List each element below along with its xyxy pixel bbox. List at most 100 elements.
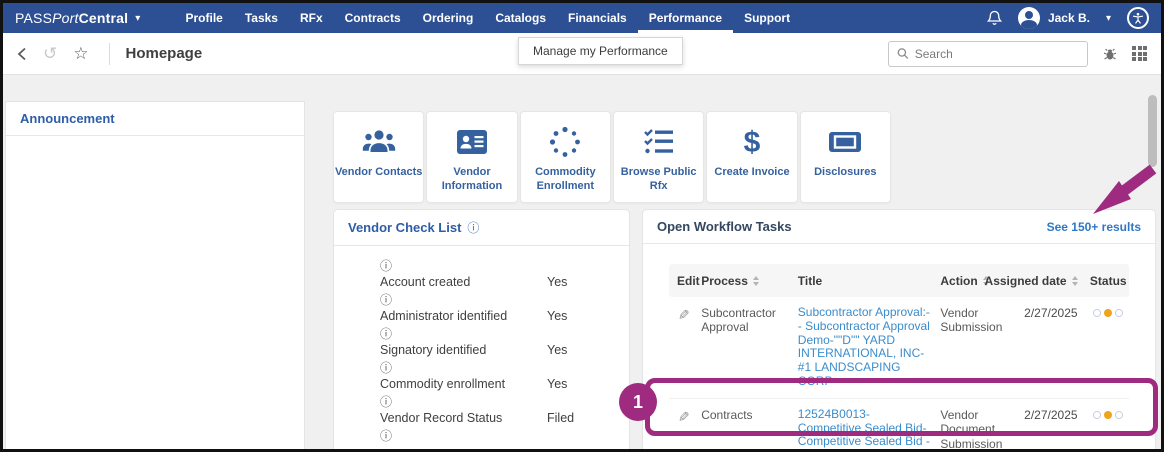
info-icon[interactable]: ⓘ [467, 221, 479, 235]
checklist-item: ⓘ Account created Yes [380, 258, 615, 290]
tile-commodity-enrollment[interactable]: Commodity Enrollment [519, 111, 611, 203]
row-assigned-date: 2/27/2025 [1024, 306, 1078, 320]
status-dots [1093, 309, 1124, 317]
nav-item-ordering[interactable]: Ordering [412, 3, 485, 33]
col-edit: Edit [677, 273, 700, 288]
see-results-link[interactable]: See 150+ results [1047, 220, 1141, 234]
checklist-label: Vendor Record Status [380, 411, 503, 425]
svg-text:$: $ [744, 126, 761, 159]
toolbar-right [888, 40, 1147, 67]
nav-item-rfx[interactable]: RFx [289, 3, 334, 33]
tile-label: Vendor Contacts [334, 166, 423, 178]
checklist-item: ⓘ [380, 428, 615, 444]
user-menu[interactable]: Jack B. [1017, 7, 1090, 29]
nav-item-catalogs[interactable]: Catalogs [484, 3, 557, 33]
sort-icon[interactable] [1071, 275, 1078, 286]
tile-label: Commodity Enrollment [535, 166, 596, 192]
tile-disclosures[interactable]: Disclosures [799, 111, 891, 203]
task-title-link[interactable]: Subcontractor Approval:-- Subcontractor … [798, 305, 933, 389]
announcement-title: Announcement [20, 111, 115, 126]
tile-browse-public-rfx[interactable]: Browse Public Rfx [612, 111, 705, 203]
checklist-label: Commodity enrollment [380, 377, 506, 391]
info-icon[interactable]: ⓘ [380, 292, 615, 308]
vendor-checklist-title: Vendor Check List ⓘ [348, 220, 480, 235]
status-dots [1093, 410, 1124, 419]
create-invoice-icon: $ [741, 122, 763, 162]
sort-icon[interactable] [752, 275, 759, 286]
col-title[interactable]: Title [798, 274, 941, 288]
nav-item-performance[interactable]: Performance [637, 3, 734, 33]
vendor-checklist-body: ⓘ Account created Yes ⓘ Administrator ide… [334, 246, 629, 444]
row-process: Subcontractor Approval [701, 306, 776, 335]
history-icon[interactable]: ↺ [43, 44, 57, 64]
checklist-value: Yes [547, 343, 568, 357]
back-icon[interactable] [17, 47, 27, 61]
brand-caret-icon[interactable]: ▾ [135, 13, 140, 24]
nav-item-contracts[interactable]: Contracts [334, 3, 412, 33]
disclosures-icon [827, 122, 863, 162]
user-caret-icon[interactable]: ▾ [1106, 13, 1111, 24]
info-icon[interactable]: ⓘ [380, 360, 615, 376]
checklist-label: Administrator identified [380, 309, 508, 323]
vendor-information-icon [454, 122, 490, 162]
top-navbar: PASS Port Central ▾ Profile Tasks RFx Cont… [3, 3, 1161, 33]
menu-item-manage-my-performance[interactable]: Manage my Performance [518, 37, 683, 65]
tile-label: Browse Public Rfx [620, 166, 697, 192]
debug-bug-icon[interactable] [1102, 46, 1118, 62]
checklist-value: Yes [547, 309, 568, 323]
vendor-contacts-icon [362, 122, 396, 162]
checklist-item: ⓘ Vendor Record Status Filed [380, 394, 615, 426]
tile-create-invoice[interactable]: $ Create Invoice [706, 111, 798, 203]
nav-item-support[interactable]: Support [733, 3, 801, 33]
user-avatar [1017, 7, 1040, 29]
checklist-label: Account created [380, 275, 471, 289]
nav-item-profile[interactable]: Profile [174, 3, 233, 33]
favorite-star-icon[interactable]: ☆ [73, 44, 88, 64]
nav-item-financials[interactable]: Financials [557, 3, 638, 33]
app-window: PASS Port Central ▾ Profile Tasks RFx Cont… [0, 0, 1164, 452]
browse-public-rfx-icon [643, 122, 675, 162]
apps-grid-icon[interactable] [1132, 46, 1147, 61]
info-icon[interactable]: ⓘ [380, 428, 615, 444]
tile-vendor-information[interactable]: Vendor Information [426, 111, 518, 203]
brand-central: Central [78, 10, 129, 26]
nav-item-tasks[interactable]: Tasks [234, 3, 289, 33]
vendor-checklist-panel: Vendor Check List ⓘ ⓘ Account created Yes … [333, 209, 630, 449]
row-action: Vendor Submission [940, 306, 1003, 335]
scrollbar-thumb[interactable] [1148, 95, 1157, 167]
tile-vendor-contacts[interactable]: Vendor Contacts [333, 111, 425, 203]
checklist-item: ⓘ Administrator identified Yes [380, 292, 615, 324]
main-menu: Profile Tasks RFx Contracts Ordering Cat… [174, 3, 801, 33]
search-input[interactable] [914, 46, 1079, 61]
info-icon[interactable]: ⓘ [380, 258, 615, 274]
brand-pass: PASS [15, 10, 53, 26]
checklist-item: ⓘ Commodity enrollment Yes [380, 360, 615, 392]
task-title-link[interactable]: 12524B0013-Competitive Sealed Bid-Compet… [798, 407, 933, 449]
brand-logo[interactable]: PASS Port Central ▾ [15, 10, 140, 26]
row-assigned-date: 2/27/2025 [1024, 407, 1078, 422]
tile-label: Vendor Information [441, 166, 503, 192]
table-row: ✎ Subcontractor Approval Subcontractor A… [669, 297, 1129, 399]
open-workflow-tasks-panel: Open Workflow Tasks See 150+ results Edi… [642, 209, 1156, 449]
user-name: Jack B. [1047, 11, 1090, 25]
search-icon [897, 48, 909, 59]
info-icon[interactable]: ⓘ [380, 326, 615, 342]
checklist-value: Yes [547, 377, 568, 391]
accessibility-icon[interactable] [1127, 7, 1149, 29]
workflow-header: Open Workflow Tasks See 150+ results [643, 210, 1155, 244]
col-status: Status [1089, 273, 1127, 288]
toolbar-divider [108, 42, 110, 65]
brand-port: Port [52, 10, 79, 26]
page-title: Homepage [125, 45, 203, 62]
info-icon[interactable]: ⓘ [380, 394, 615, 410]
main-content: Announcement Vendor Contacts Vendor Info… [3, 75, 1161, 449]
col-assigned-date[interactable]: Assigned date [985, 274, 1087, 288]
workflow-table: Edit Process Title Action Assigned date … [669, 264, 1129, 449]
notifications-bell-icon[interactable] [986, 10, 1002, 26]
global-search[interactable] [888, 40, 1088, 67]
edit-pencil-icon[interactable]: ✎ [674, 410, 691, 422]
checklist-value: Filed [547, 411, 575, 425]
navbar-right: Jack B. ▾ [986, 7, 1149, 29]
col-process[interactable]: Process [701, 274, 798, 288]
edit-pencil-icon[interactable]: ✎ [674, 309, 691, 321]
